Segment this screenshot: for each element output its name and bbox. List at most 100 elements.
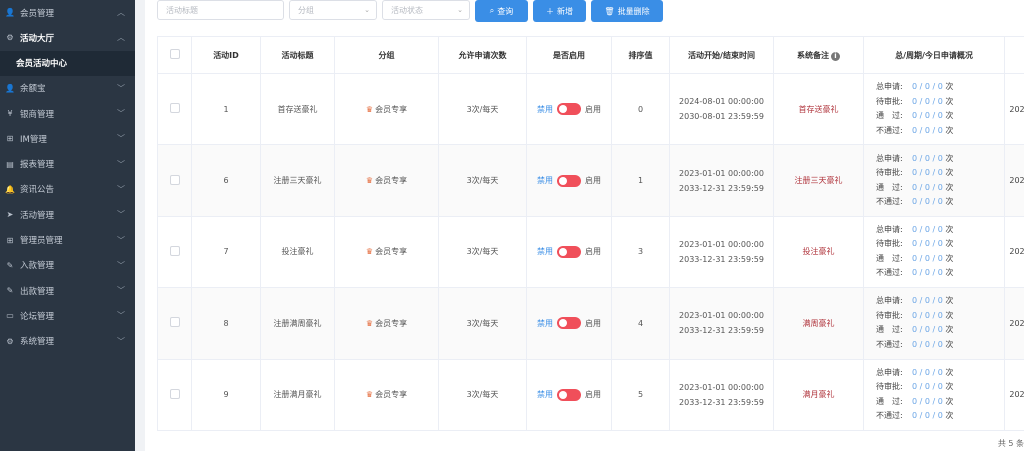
sidebar: 👤 会员管理 ︿ ⚙ 活动大厅 ︿ 会员活动中心 👤 余额宝 ﹀ ¥ 银商管理 ﹀ ⊞ IM管理 ﹀ ▤ 报表管理… bbox=[0, 0, 135, 451]
stat-line: 不通过: 0 / 0 / 0 次 bbox=[876, 195, 1004, 210]
stat-key: 通 过: bbox=[876, 396, 903, 406]
column-header: 排序值 bbox=[611, 36, 670, 74]
sidebar-item-10[interactable]: ✎ 出款管理 ﹀ bbox=[0, 278, 135, 303]
select-all-checkbox[interactable] bbox=[169, 49, 180, 59]
group-label: 会员专享 bbox=[375, 176, 408, 186]
sidebar-item-8[interactable]: ⊞ 管理员管理 ﹀ bbox=[0, 227, 135, 252]
enable-cell: 禁用 启用 bbox=[526, 287, 612, 360]
info-icon[interactable]: i bbox=[831, 51, 840, 61]
stat-unit: 次 bbox=[942, 111, 954, 121]
group-select[interactable]: 分组 ⌄ bbox=[289, 0, 377, 20]
stat-line: 总申请: 0 / 0 / 0 次 bbox=[876, 223, 1004, 238]
stat-key: 总申请: bbox=[876, 367, 903, 377]
activity-id: 9 bbox=[191, 358, 261, 431]
settings-icon: ⚙ bbox=[6, 336, 14, 346]
enable-cell: 禁用 启用 bbox=[526, 215, 612, 289]
group-label: 会员专享 bbox=[375, 247, 408, 257]
end-time: 2033-12-31 23:59:59 bbox=[679, 254, 764, 264]
column-header-label: 活动标题 bbox=[281, 50, 314, 60]
main-content: 活动标题 分组 ⌄ 活动状态 ⌄ ⌕ 查询 ＋新增 🗑 批量删除 活动ID 活动标题 分组允… bbox=[145, 0, 1024, 451]
column-header-label: 活动开始/结束时间 bbox=[688, 50, 755, 60]
column-header-label: 总/周期/今日申请概况 bbox=[895, 50, 973, 60]
stat-key: 总申请: bbox=[876, 153, 903, 163]
enable-toggle[interactable] bbox=[557, 103, 581, 116]
stat-value: 0 / 0 / 0 bbox=[912, 111, 943, 121]
sidebar-item-9[interactable]: ✎ 入款管理 ﹀ bbox=[0, 253, 135, 278]
stat-unit: 次 bbox=[942, 224, 954, 234]
group-label: 会员专享 bbox=[375, 104, 408, 114]
sidebar-item-3[interactable]: ¥ 银商管理 ﹀ bbox=[0, 101, 135, 126]
chevron-down-icon: ﹀ bbox=[117, 109, 125, 119]
activity-title: 注册满周豪礼 bbox=[260, 287, 335, 360]
switch-off-label: 禁用 bbox=[537, 318, 553, 328]
search-button[interactable]: ⌕ 查询 bbox=[475, 0, 528, 22]
enable-toggle[interactable] bbox=[557, 245, 581, 258]
row-select-cell[interactable] bbox=[157, 72, 192, 146]
stat-line: 总申请: 0 / 0 / 0 次 bbox=[876, 366, 1004, 381]
batch-delete-button[interactable]: 🗑 批量删除 bbox=[591, 0, 663, 22]
row-select-cell[interactable] bbox=[157, 215, 192, 289]
end-time: 2030-08-01 23:59:59 bbox=[679, 112, 764, 122]
column-header: 活动开始/结束时间 bbox=[669, 36, 774, 74]
truncated-date: 2023- bbox=[1004, 358, 1024, 431]
sidebar-item-12[interactable]: ⚙ 系统管理 ﹀ bbox=[0, 329, 135, 354]
stat-value: 0 / 0 / 0 bbox=[912, 182, 943, 192]
sidebar-item-4[interactable]: ⊞ IM管理 ﹀ bbox=[0, 126, 135, 151]
sidebar-subitem-activity-center[interactable]: 会员活动中心 bbox=[0, 50, 135, 76]
row-checkbox[interactable] bbox=[169, 388, 180, 399]
column-header-overflow bbox=[1004, 36, 1024, 74]
stat-value: 0 / 0 / 0 bbox=[912, 310, 943, 320]
stat-key: 待审批: bbox=[876, 310, 903, 320]
sidebar-item-7[interactable]: ➤ 活动管理 ﹀ bbox=[0, 202, 135, 227]
stat-key: 总申请: bbox=[876, 224, 903, 234]
row-checkbox[interactable] bbox=[169, 245, 180, 256]
activity-id: 8 bbox=[191, 287, 261, 360]
activity-title: 注册三天豪礼 bbox=[260, 144, 335, 217]
grid-icon: ⊞ bbox=[6, 134, 14, 144]
switch-on-label: 启用 bbox=[585, 176, 601, 186]
system-remark: 满月豪礼 bbox=[773, 358, 864, 431]
activity-id: 1 bbox=[191, 72, 261, 146]
header-select-all[interactable] bbox=[157, 36, 192, 74]
row-select-cell[interactable] bbox=[157, 144, 192, 217]
row-checkbox[interactable] bbox=[169, 317, 180, 328]
title-filter-input[interactable]: 活动标题 bbox=[157, 0, 284, 20]
column-header-label: 分组 bbox=[378, 50, 395, 60]
sidebar-item-5[interactable]: ▤ 报表管理 ﹀ bbox=[0, 151, 135, 176]
sidebar-item-11[interactable]: ▭ 论坛管理 ﹀ bbox=[0, 303, 135, 328]
row-select-cell[interactable] bbox=[157, 287, 192, 360]
start-time: 2023-01-01 00:00:00 bbox=[679, 239, 764, 249]
chevron-down-icon: ﹀ bbox=[117, 336, 125, 346]
enable-toggle[interactable] bbox=[557, 174, 581, 187]
chevron-down-icon: ﹀ bbox=[117, 184, 125, 194]
stat-line: 待审批: 0 / 0 / 0 次 bbox=[876, 95, 1004, 110]
activity-id: 7 bbox=[191, 215, 261, 289]
apply-times: 3次/每天 bbox=[438, 287, 527, 360]
stat-value: 0 / 0 / 0 bbox=[912, 296, 943, 306]
sort-value: 4 bbox=[611, 287, 670, 360]
pagination-total: 共 5 条 bbox=[997, 439, 1024, 448]
stat-key: 待审批: bbox=[876, 239, 903, 249]
status-select-placeholder: 活动状态 bbox=[391, 5, 423, 15]
activity-title: 首存送豪礼 bbox=[260, 72, 335, 146]
row-checkbox[interactable] bbox=[169, 174, 180, 185]
crown-icon: ♛ bbox=[365, 318, 374, 328]
sort-value: 5 bbox=[611, 358, 670, 431]
sidebar-item-6[interactable]: 🔔 资讯公告 ﹀ bbox=[0, 177, 135, 202]
activity-group: ♛ 会员专享 bbox=[334, 287, 439, 360]
table-row: 6 注册三天豪礼 ♛ 会员专享 3次/每天 禁用 启用 1 2023-01-01 00:00:0… bbox=[157, 144, 1024, 217]
stat-key: 通 过: bbox=[876, 182, 903, 192]
row-select-cell[interactable] bbox=[157, 358, 192, 431]
gear-icon: ⚙ bbox=[6, 33, 14, 43]
enable-toggle[interactable] bbox=[557, 317, 581, 330]
sidebar-item-0[interactable]: 👤 会员管理 ︿ bbox=[0, 0, 135, 25]
status-select[interactable]: 活动状态 ⌄ bbox=[382, 0, 470, 20]
stat-line: 待审批: 0 / 0 / 0 次 bbox=[876, 166, 1004, 181]
sidebar-item-2[interactable]: 👤 余额宝 ﹀ bbox=[0, 76, 135, 101]
row-checkbox[interactable] bbox=[169, 103, 180, 114]
enable-toggle[interactable] bbox=[557, 388, 581, 401]
sidebar-item-1[interactable]: ⚙ 活动大厅 ︿ bbox=[0, 25, 135, 50]
sidebar-item-label: 出款管理 bbox=[20, 286, 55, 297]
sidebar-item-label: 系统管理 bbox=[20, 337, 55, 348]
add-button[interactable]: ＋新增 bbox=[533, 0, 586, 22]
